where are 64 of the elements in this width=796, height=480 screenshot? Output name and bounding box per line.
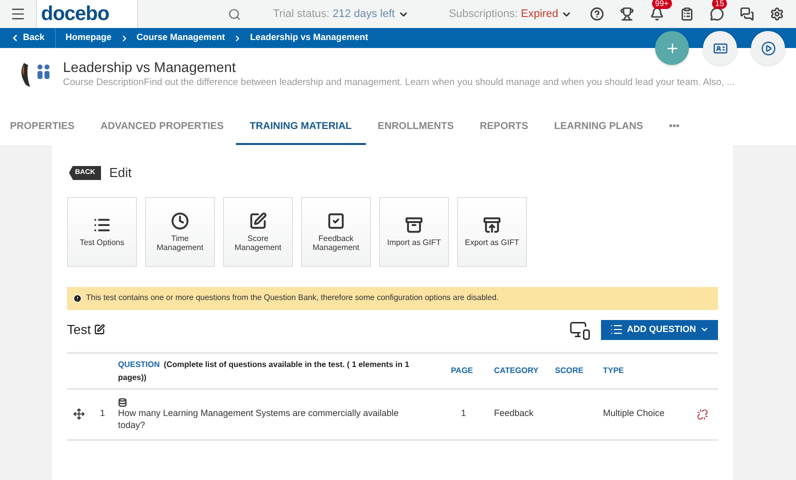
tool-tile[interactable]: Time Management [145,196,215,266]
tool-tile[interactable]: Import as GIFT [379,196,449,266]
play-button[interactable] [751,31,785,65]
column-header: CATEGORY [493,364,540,376]
chevron-left-icon [10,33,20,43]
tool-tile[interactable]: Feedback Management [301,196,371,266]
clipboard-icon[interactable] [680,7,694,21]
id-card-button[interactable] [703,31,737,65]
category-cell-text: Feedback [493,407,535,420]
edit-heading: Edit [109,164,132,182]
notification-badge: 15 [712,0,727,9]
checkbox-icon [327,212,345,230]
breadcrumb-link[interactable]: Course Management [136,31,226,45]
caret-icon [700,325,709,334]
course-description: Course DescriptionFind out the difference between leadership and management. Learn when you should manage and when you should lead your team. Also, ... [63,76,735,90]
tab[interactable]: PROPERTIES [10,110,74,145]
test-heading: Test [67,320,91,339]
messages-icon[interactable] [740,7,754,21]
back-link[interactable]: Back [0,28,56,48]
tool-tile[interactable]: Score Management [223,196,293,266]
subscriptions-dropdown[interactable]: Subscriptions: Expired [448,6,572,22]
trial-status-dropdown[interactable]: Trial status: 212 days left [273,6,409,22]
list-icon [93,216,111,234]
alert-icon [73,294,82,302]
tool-tile[interactable]: Test Options [67,196,137,266]
row-number: 1 [98,407,106,420]
tab[interactable]: ENROLLMENTS [378,110,454,145]
list-icon [610,323,623,336]
trophy-icon[interactable] [620,7,634,21]
column-header: PAGE [450,364,473,376]
add-button[interactable] [655,31,689,65]
add-question-button[interactable]: ADD QUESTION [600,320,718,340]
warning-text: This test contains one or more questions from the Question Bank, therefore some configuration options are disabled. [86,292,499,304]
bell-icon[interactable] [650,7,664,21]
column-header: SCORE [555,364,584,376]
plus-icon [664,40,680,56]
tab[interactable]: LEARNING PLANS [554,110,644,145]
help-icon[interactable] [590,7,604,21]
question-cell-text: How many Learning Management Systems are commercially available today? [118,406,400,430]
id-card-icon [712,40,728,56]
page-cell-text: 1 [460,407,466,420]
search-icon[interactable] [228,8,241,20]
tab[interactable]: ADVANCED PROPERTIES [100,110,224,145]
question-column-header: QUESTION (Complete list of questions available in the test. ( 1 elements in 1 pages)) [118,358,410,384]
notification-badge: 99+ [652,0,672,9]
edit-icon [249,212,267,230]
course-title: Leadership vs Management [63,58,237,76]
inbox-upload-icon [483,216,501,234]
edit-icon[interactable] [94,324,105,335]
unlink-icon[interactable] [697,408,708,420]
move-handle-icon[interactable] [73,408,87,420]
settings-icon[interactable] [770,7,784,21]
chat-bubble-icon[interactable] [710,7,724,21]
tool-tile[interactable]: Export as GIFT [457,196,527,266]
clock-icon [171,212,189,230]
breadcrumb-link[interactable]: Leadership vs Management [250,31,368,45]
breadcrumb-link[interactable]: Homepage [66,31,112,45]
logo[interactable]: docebo [36,0,138,28]
tab[interactable]: ••• [669,110,680,145]
column-header: TYPE [603,364,624,376]
type-cell-text: Multiple Choice [603,407,666,420]
tab[interactable]: REPORTS [480,110,528,145]
play-icon [760,40,776,56]
database-icon [118,398,127,406]
